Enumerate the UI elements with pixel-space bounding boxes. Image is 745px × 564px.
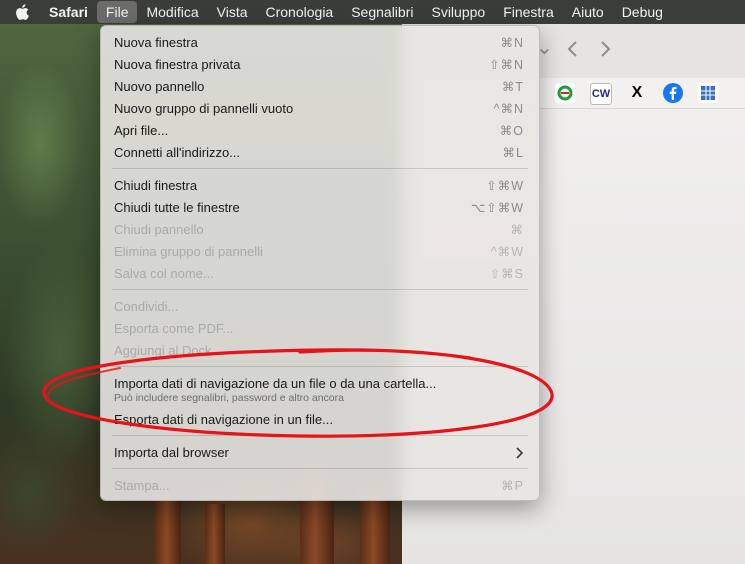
tree-trunk: [155, 494, 181, 564]
menu-item-chiudi-finestra[interactable]: Chiudi finestra ⇧⌘W: [101, 175, 539, 197]
menu-item-label: Connetti all'indirizzo...: [114, 145, 241, 160]
menu-item-label: Chiudi finestra: [114, 178, 198, 193]
menu-item-label: Elimina gruppo di pannelli: [114, 244, 263, 259]
menu-item-label: Nuovo pannello: [114, 79, 205, 94]
file-menu: Nuova finestra ⌘N Nuova finestra privata…: [100, 25, 540, 501]
chevron-left-icon[interactable]: [566, 41, 578, 57]
menu-vista[interactable]: Vista: [208, 0, 257, 24]
menu-item-label: Importa dati di navigazione da un file o…: [114, 376, 437, 391]
menu-segnalibri[interactable]: Segnalibri: [342, 0, 422, 24]
shortcut: ⇧⌘S: [489, 267, 524, 281]
facebook-icon[interactable]: [663, 83, 683, 103]
menu-item-nuovo-pannello[interactable]: Nuovo pannello ⌘T: [101, 76, 539, 98]
shortcut: ⌘O: [499, 124, 524, 138]
menu-item-esporta-pdf[interactable]: Esporta come PDF...: [101, 318, 539, 340]
menu-item-chiudi-pannello[interactable]: Chiudi pannello ⌘: [101, 219, 539, 241]
menu-item-label: Esporta dati di navigazione in un file..…: [114, 412, 333, 427]
menu-item-label: Apri file...: [114, 123, 169, 138]
cw-icon[interactable]: CW: [590, 83, 612, 105]
menu-separator: [112, 366, 528, 367]
shortcut: ⌥⇧⌘W: [470, 201, 524, 215]
menu-item-label: Chiudi tutte le finestre: [114, 200, 240, 215]
shortcut: ^⌘N: [493, 102, 524, 116]
menu-item-nuova-finestra-privata[interactable]: Nuova finestra privata ⇧⌘N: [101, 54, 539, 76]
menu-safari[interactable]: Safari: [40, 0, 97, 24]
menu-bar: Safari File Modifica Vista Cronologia Se…: [0, 0, 745, 24]
menu-item-apri-file[interactable]: Apri file... ⌘O: [101, 120, 539, 142]
menu-finestra[interactable]: Finestra: [494, 0, 563, 24]
menu-item-label: Stampa...: [114, 478, 170, 493]
menu-item-esporta-dati[interactable]: Esporta dati di navigazione in un file..…: [101, 409, 539, 431]
menu-item-importa-dal-browser[interactable]: Importa dal browser: [101, 442, 539, 464]
shortcut: ^⌘W: [490, 245, 524, 259]
menu-item-nuovo-gruppo-pannelli[interactable]: Nuovo gruppo di pannelli vuoto ^⌘N: [101, 98, 539, 120]
menu-item-label: Nuova finestra: [114, 35, 198, 50]
shortcut: ⌘L: [502, 146, 524, 160]
menu-item-importa-dati[interactable]: Importa dati di navigazione da un file o…: [101, 373, 539, 407]
menu-item-sublabel: Può includere segnalibri, password e alt…: [114, 392, 344, 404]
menu-item-chiudi-tutte[interactable]: Chiudi tutte le finestre ⌥⇧⌘W: [101, 197, 539, 219]
shortcut: ⌘N: [500, 36, 524, 50]
menu-item-label: Nuovo gruppo di pannelli vuoto: [114, 101, 294, 116]
menu-item-label: Esporta come PDF...: [114, 321, 234, 336]
menu-separator: [112, 435, 528, 436]
menu-item-label: Nuova finestra privata: [114, 57, 241, 72]
menu-separator: [112, 468, 528, 469]
menu-modifica[interactable]: Modifica: [137, 0, 207, 24]
apple-icon[interactable]: [14, 4, 30, 20]
shortcut: ⌘P: [501, 479, 524, 493]
chevron-right-icon: [516, 447, 524, 459]
chevron-right-icon[interactable]: [600, 41, 612, 57]
menu-item-connetti-indirizzo[interactable]: Connetti all'indirizzo... ⌘L: [101, 142, 539, 164]
menu-cronologia[interactable]: Cronologia: [257, 0, 343, 24]
tree-trunk: [205, 504, 225, 564]
shortcut: ⌘T: [501, 80, 524, 94]
menu-aiuto[interactable]: Aiuto: [563, 0, 613, 24]
menu-item-label: Aggiungi al Dock...: [114, 343, 223, 358]
shortcut: ⌘: [510, 223, 524, 237]
menu-item-nuova-finestra[interactable]: Nuova finestra ⌘N: [101, 32, 539, 54]
menu-item-label: Condividi...: [114, 299, 179, 314]
menu-debug[interactable]: Debug: [613, 0, 672, 24]
menu-item-label: Importa dal browser: [114, 445, 229, 460]
menu-item-salva-col-nome[interactable]: Salva col nome... ⇧⌘S: [101, 263, 539, 285]
menu-item-stampa[interactable]: Stampa... ⌘P: [101, 475, 539, 497]
menu-separator: [112, 289, 528, 290]
x-icon-text: X: [631, 84, 643, 101]
menu-item-condividi[interactable]: Condividi...: [101, 296, 539, 318]
cw-icon-text: CW: [591, 88, 611, 100]
x-icon[interactable]: X: [627, 83, 647, 103]
menu-sviluppo[interactable]: Sviluppo: [422, 0, 494, 24]
menu-item-aggiungi-dock[interactable]: Aggiungi al Dock...: [101, 340, 539, 362]
shortcut: ⇧⌘W: [486, 179, 524, 193]
menu-item-label: Chiudi pannello: [114, 222, 204, 237]
menu-file[interactable]: File: [96, 1, 138, 23]
grid-chart-icon[interactable]: [698, 83, 718, 103]
menu-item-label: Salva col nome...: [114, 266, 214, 281]
menu-item-elimina-gruppo[interactable]: Elimina gruppo di pannelli ^⌘W: [101, 241, 539, 263]
green-swirl-icon[interactable]: [555, 83, 575, 103]
shortcut: ⇧⌘N: [488, 58, 524, 72]
menu-separator: [112, 168, 528, 169]
